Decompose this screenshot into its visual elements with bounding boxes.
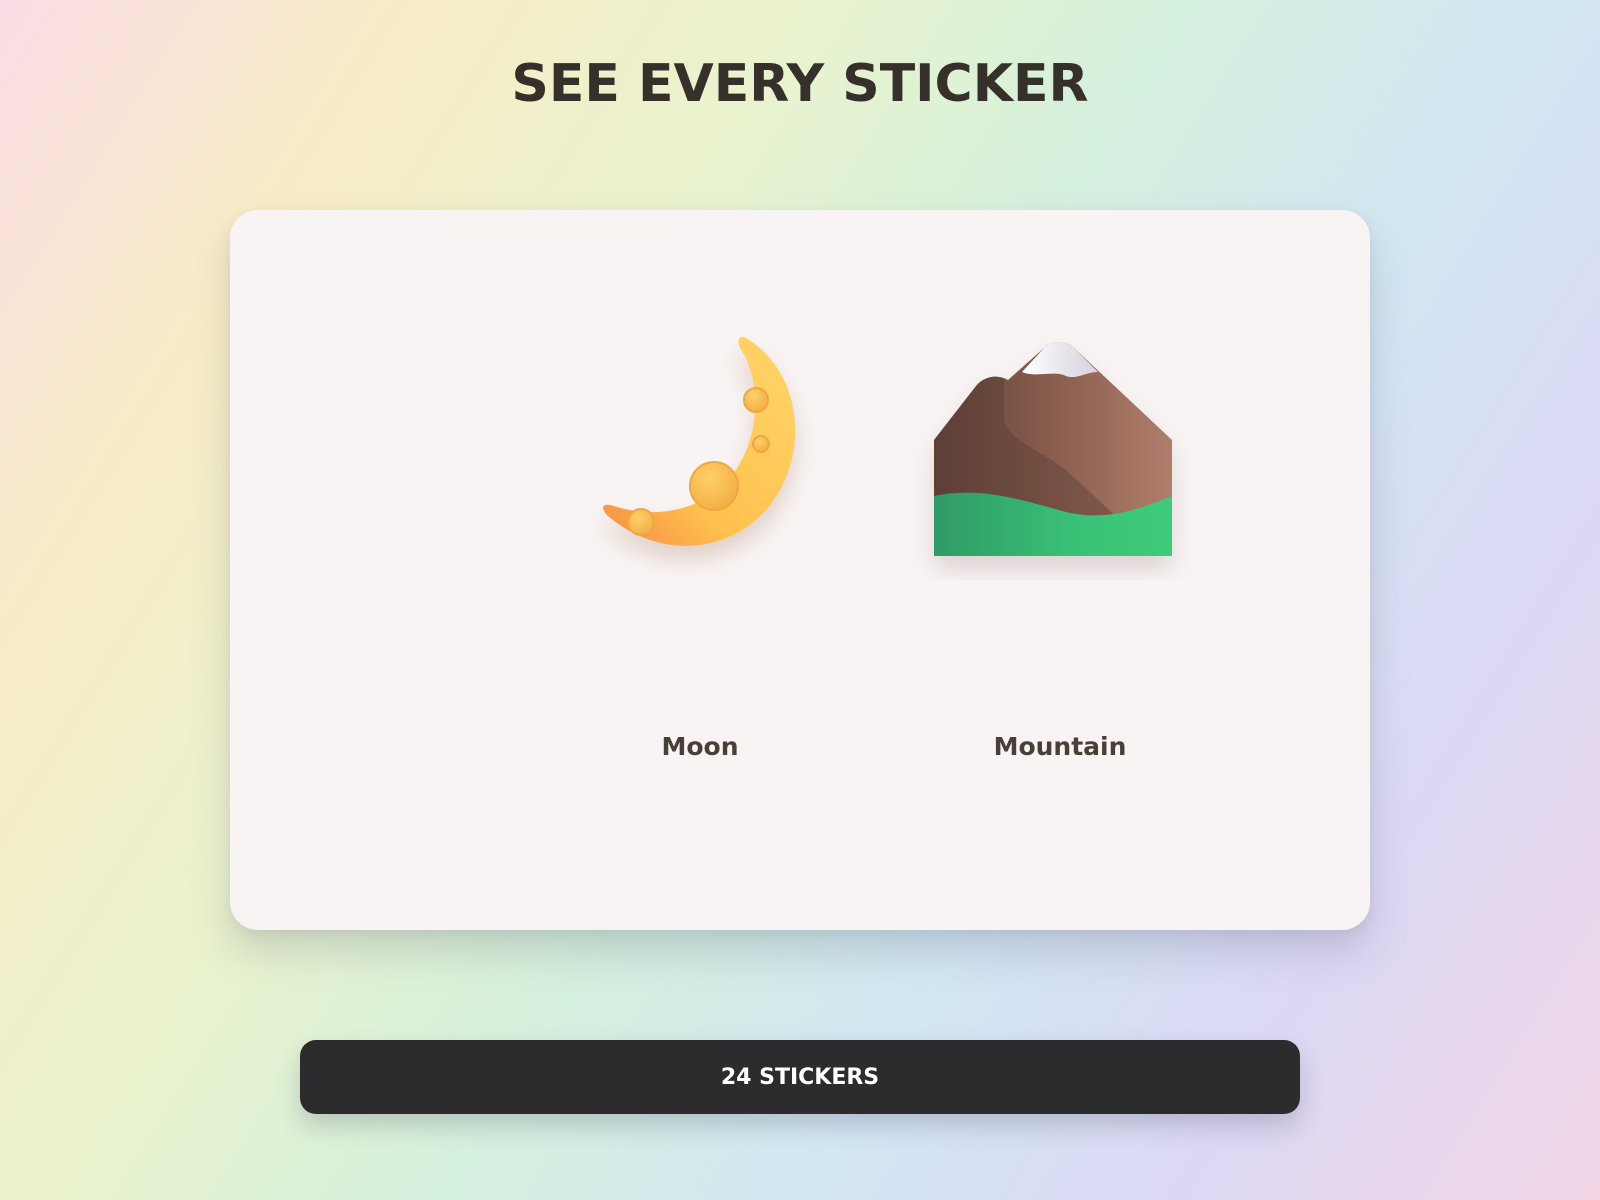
sticker-label-moon: Moon: [661, 732, 739, 761]
crescent-moon-icon: [603, 336, 796, 546]
sticker-count-label: 24 STICKERS: [720, 1064, 880, 1090]
sticker-item-moon[interactable]: Moon: [550, 320, 850, 761]
page-title: SEE EVERY STICKER: [511, 54, 1089, 114]
sticker-item-mountain[interactable]: Mountain: [910, 320, 1210, 761]
sticker-label-mountain: Mountain: [993, 732, 1127, 761]
sticker-card: Moon Mountain: [230, 210, 1370, 930]
sticker-count-button[interactable]: 24 STICKERS: [300, 1040, 1300, 1114]
mountain-icon: [934, 342, 1172, 556]
